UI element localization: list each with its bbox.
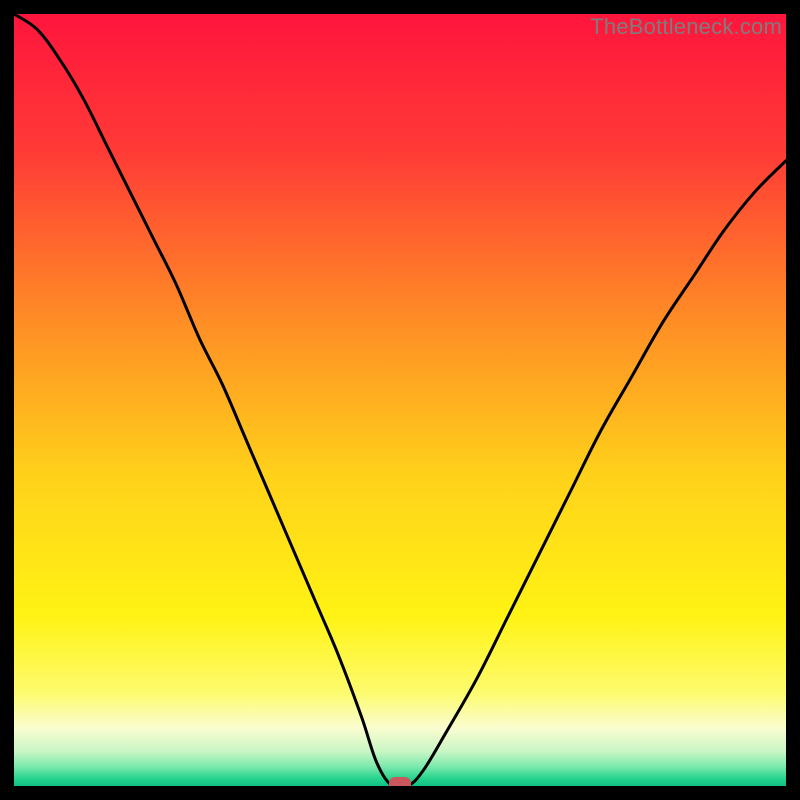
chart-svg [14, 14, 786, 786]
chart-frame: TheBottleneck.com [14, 14, 786, 786]
optimum-marker [389, 777, 411, 786]
watermark-text: TheBottleneck.com [590, 14, 782, 40]
gradient-background [14, 14, 786, 786]
